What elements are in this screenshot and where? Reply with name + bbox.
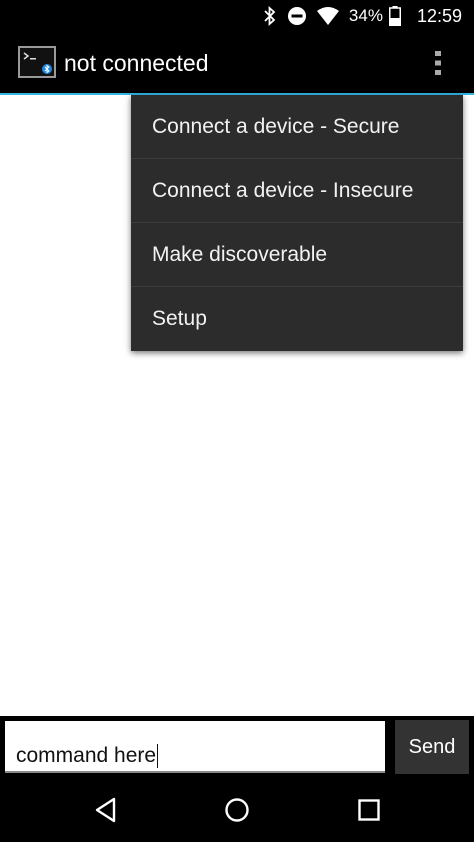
bluetooth-terminal-icon xyxy=(18,46,56,78)
app-title: not connected xyxy=(64,50,209,76)
command-input-value: command here xyxy=(16,744,157,767)
status-bar: 34% 12:59 xyxy=(0,0,474,32)
menu-item-make-discoverable[interactable]: Make discoverable xyxy=(131,223,463,287)
wifi-icon xyxy=(316,7,339,25)
recents-icon[interactable] xyxy=(355,796,383,824)
command-input-text: command here xyxy=(16,744,159,769)
battery-percentage: 34% xyxy=(348,6,383,25)
overflow-menu: Connect a device - Secure Connect a devi… xyxy=(131,95,463,351)
clock: 12:59 xyxy=(416,5,462,26)
home-icon[interactable] xyxy=(223,796,251,824)
command-bar: command here Send xyxy=(0,716,474,778)
bluetooth-icon xyxy=(264,6,276,26)
text-caret xyxy=(157,744,159,769)
more-vert-icon[interactable] xyxy=(426,48,450,78)
menu-item-connect-secure[interactable]: Connect a device - Secure xyxy=(131,95,463,159)
navigation-bar xyxy=(0,778,474,842)
battery-icon xyxy=(388,6,401,26)
status-icons: 34% 12:59 xyxy=(263,0,462,32)
menu-item-connect-insecure[interactable]: Connect a device - Insecure xyxy=(131,159,463,223)
do-not-disturb-icon xyxy=(287,7,306,25)
back-icon[interactable] xyxy=(92,796,120,824)
action-bar: not connected xyxy=(0,32,474,95)
send-button[interactable]: Send xyxy=(395,720,469,774)
menu-item-setup[interactable]: Setup xyxy=(131,287,463,351)
command-input[interactable]: command here xyxy=(5,721,385,773)
